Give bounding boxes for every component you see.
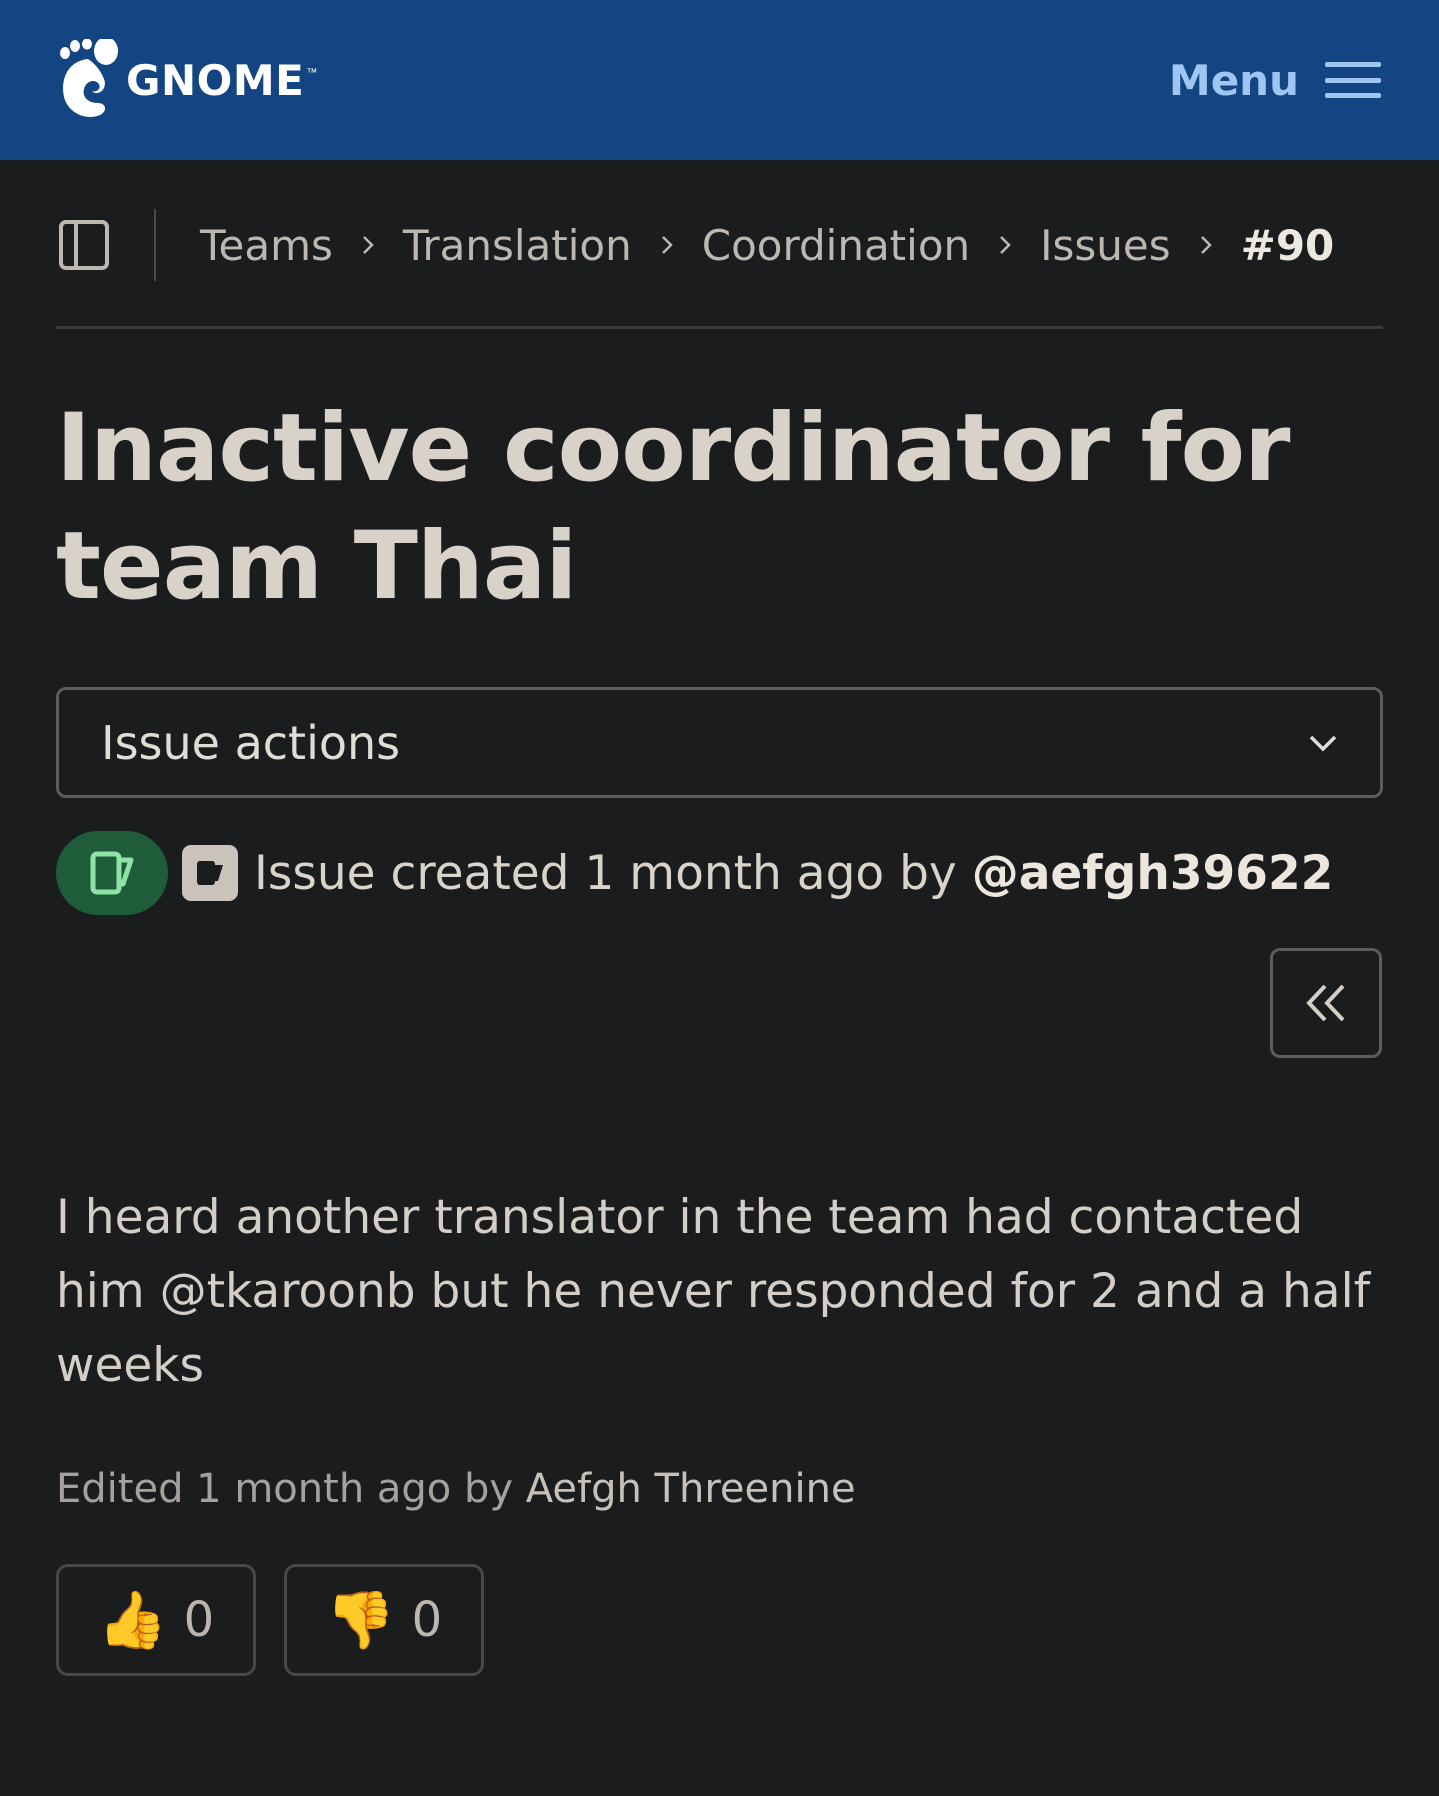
- breadcrumb-issues[interactable]: Issues: [1040, 221, 1171, 270]
- gnome-logo[interactable]: GNOME ™: [58, 39, 317, 121]
- issue-status-badge: [56, 831, 168, 915]
- sidebar-toggle-icon[interactable]: [58, 219, 110, 271]
- issue-created-prefix: Issue created 1 month ago by: [254, 845, 972, 901]
- breadcrumb-translation[interactable]: Translation: [403, 221, 632, 270]
- trademark-mark: ™: [306, 67, 318, 79]
- breadcrumb-divider: [154, 209, 156, 281]
- issue-open-icon: [90, 851, 134, 895]
- issue-title: Inactive coordinator for team Thai: [56, 394, 1290, 621]
- thumbs-down-icon: 👎: [325, 1588, 396, 1651]
- logo-text: GNOME: [126, 55, 305, 105]
- thumbs-up-count: 0: [183, 1592, 215, 1648]
- chevron-right-icon: [1000, 236, 1011, 254]
- chevron-right-icon: [1200, 236, 1212, 254]
- breadcrumb-teams[interactable]: Teams: [200, 221, 333, 270]
- breadcrumb: Teams Translation Coordination Issues #9…: [58, 205, 1383, 285]
- editor-link[interactable]: Aefgh Threenine: [526, 1466, 856, 1512]
- thumbs-up-button[interactable]: 👍 0: [56, 1564, 256, 1676]
- issue-type-icon: [182, 845, 238, 901]
- chevron-right-icon: [363, 236, 374, 254]
- breadcrumb-coordination[interactable]: Coordination: [702, 221, 970, 270]
- award-reactions: 👍 0 👎 0: [56, 1564, 484, 1676]
- breadcrumb-separator-line: [56, 326, 1383, 329]
- menu-button[interactable]: Menu: [1169, 56, 1381, 105]
- double-chevron-left-icon: [1306, 984, 1345, 1022]
- edited-prefix: Edited 1 month ago by: [56, 1466, 526, 1512]
- thumbs-down-button[interactable]: 👎 0: [284, 1564, 484, 1676]
- chevron-down-icon: [1309, 735, 1337, 751]
- gnome-foot-icon: [60, 39, 118, 117]
- issue-meta: Issue created 1 month ago by @aefgh39622: [56, 830, 1386, 916]
- chevron-right-icon: [661, 236, 673, 254]
- thumbs-down-count: 0: [411, 1592, 443, 1648]
- thumbs-up-icon: 👍: [97, 1588, 168, 1651]
- issue-author-link[interactable]: @aefgh39622: [972, 846, 1334, 901]
- issue-description: I heard another translator in the team h…: [56, 1190, 1371, 1393]
- site-header: GNOME ™ Menu: [0, 0, 1439, 160]
- edited-note: Edited 1 month ago by Aefgh Threenine: [56, 1466, 1386, 1512]
- hamburger-icon: [1325, 62, 1381, 98]
- expand-sidebar-button[interactable]: [1270, 948, 1382, 1058]
- issue-created-text: Issue created 1 month ago by @aefgh39622: [254, 846, 1333, 901]
- menu-label: Menu: [1168, 55, 1299, 105]
- issue-actions-dropdown[interactable]: Issue actions: [56, 687, 1383, 798]
- breadcrumb-current-issue[interactable]: #90: [1241, 221, 1335, 270]
- issue-actions-label: Issue actions: [101, 715, 401, 770]
